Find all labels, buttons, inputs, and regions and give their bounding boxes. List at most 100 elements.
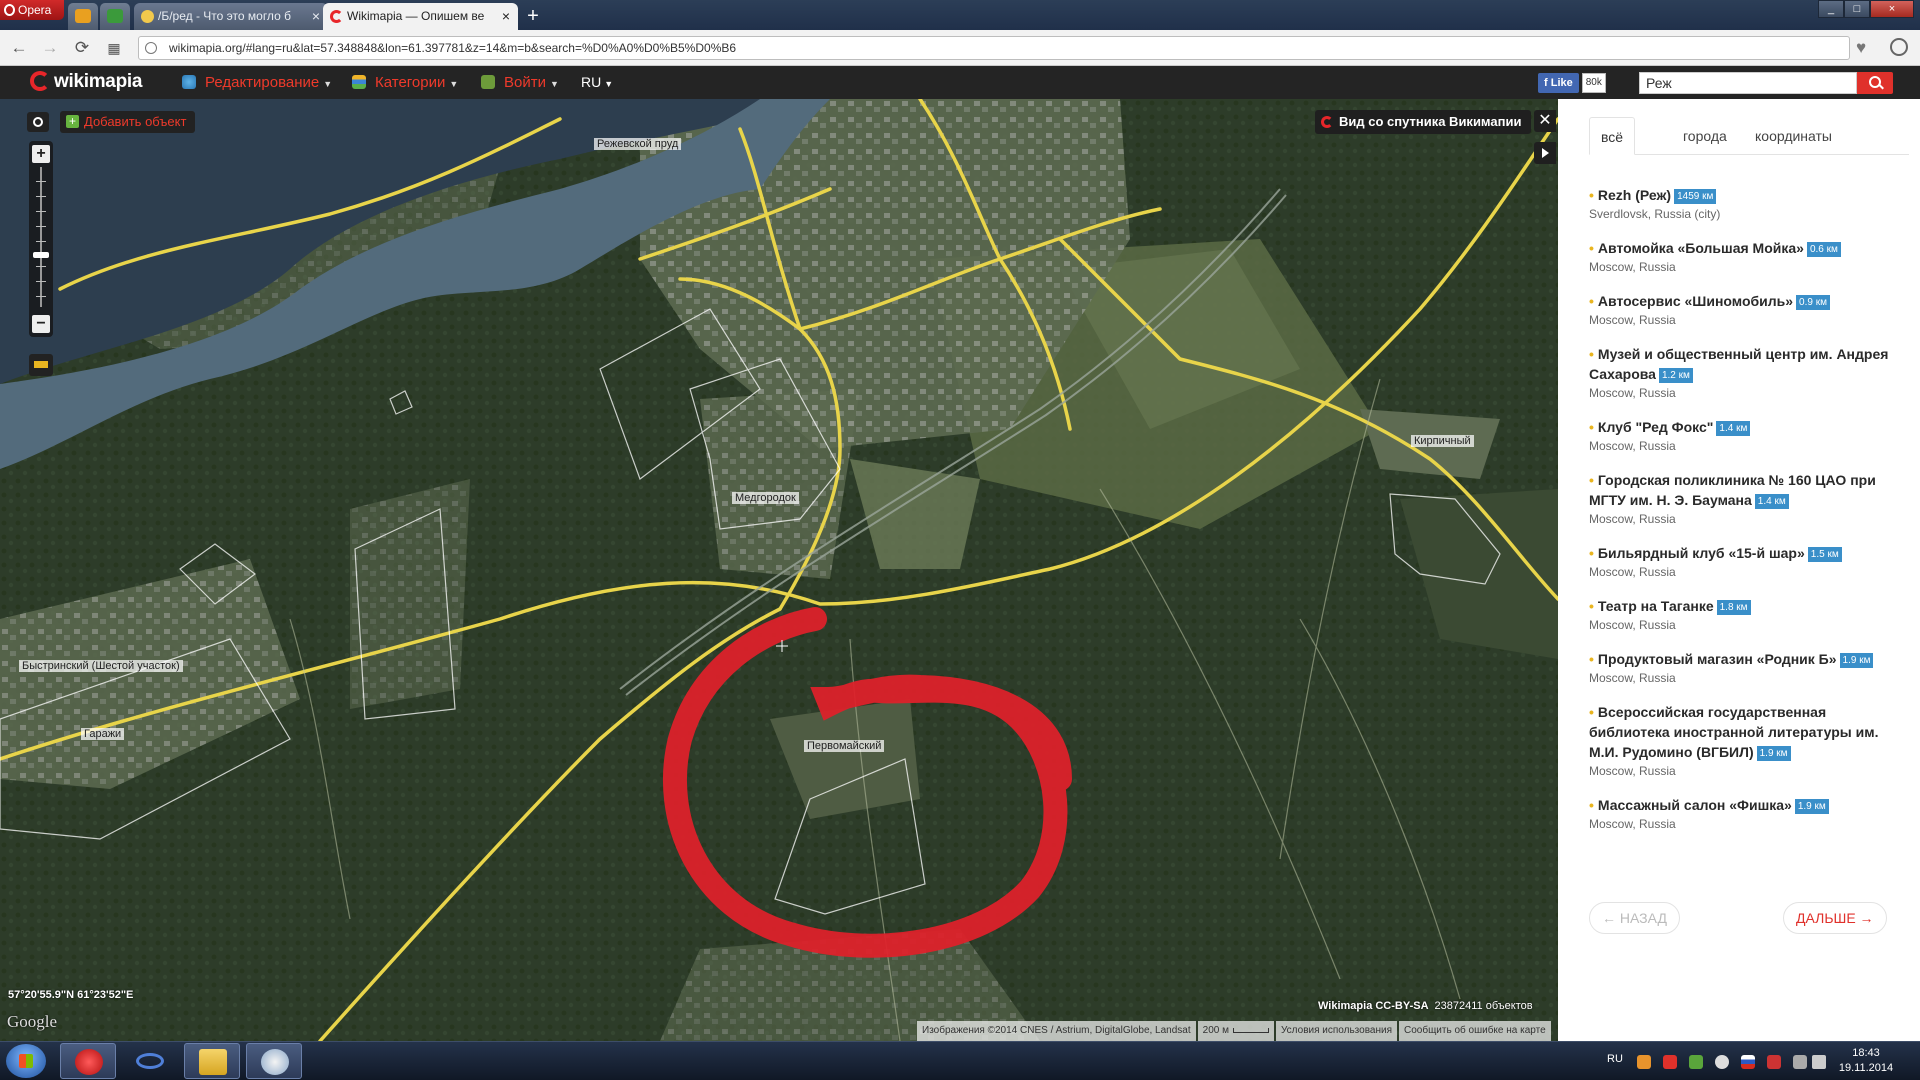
ruler-icon[interactable] [29, 354, 53, 376]
result-title[interactable]: Театр на Таганке [1598, 598, 1714, 614]
facebook-like-button[interactable]: f Like [1538, 73, 1579, 93]
zoom-out-button[interactable]: − [32, 315, 50, 333]
list-item[interactable]: • Всероссийская государственная библиотек… [1589, 702, 1907, 780]
satellite-view-button[interactable]: Вид со спутника Викимапии [1315, 110, 1532, 134]
result-title[interactable]: Бильярдный клуб «15-й шар» [1598, 545, 1805, 561]
pinned-tab-extension[interactable] [100, 3, 130, 30]
map-label-kirpichny[interactable]: Кирпичный [1411, 435, 1474, 447]
language-selector[interactable]: RU ▼ [581, 74, 613, 90]
tray-volume-icon[interactable] [1812, 1055, 1826, 1069]
reload-icon[interactable]: ⟳ [72, 38, 92, 58]
list-item[interactable]: • Музей и общественный центр им. Андрея С… [1589, 344, 1907, 402]
new-tab-button[interactable]: + [522, 3, 544, 29]
result-title[interactable]: Городская поликлиника № 160 ЦАО при МГТУ… [1589, 472, 1876, 508]
tab-cities[interactable]: города [1683, 117, 1727, 155]
result-title[interactable]: Rezh (Реж) [1598, 187, 1671, 203]
result-title[interactable]: Клуб "Ред Фокс" [1598, 419, 1714, 435]
map-label-bystrinsky[interactable]: Быстринский (Шестой участок) [19, 660, 183, 672]
map-label-rezh-pond[interactable]: Режевской пруд [594, 138, 682, 150]
result-title[interactable]: Автосервис «Шиномобиль» [1598, 293, 1793, 309]
speed-dial-grid-icon[interactable]: ▦ [104, 38, 124, 58]
imagery-attribution: Изображения ©2014 CNES / Astrium, Digita… [917, 1021, 1196, 1041]
tab-all[interactable]: всё [1589, 117, 1636, 155]
address-bar[interactable]: wikimapia.org/#lang=ru&lat=57.348848&lon… [138, 36, 1850, 60]
tray-flag-icon[interactable] [1741, 1055, 1755, 1069]
menu-edit[interactable]: Редактирование ▼ [205, 74, 332, 91]
menu-categories-label: Категории [375, 74, 446, 91]
taskbar-explorer[interactable] [184, 1043, 240, 1079]
list-item[interactable]: • Rezh (Реж) 1459 км Sverdlovsk, Russia (ci… [1589, 185, 1907, 223]
list-item[interactable]: • Театр на Таганке 1.8 км Moscow, Russia [1589, 596, 1907, 634]
result-title[interactable]: Всероссийская государственная библиотека… [1589, 704, 1879, 760]
extension-button-icon[interactable] [1890, 38, 1908, 56]
add-object-button[interactable]: + Добавить объект [60, 111, 196, 133]
zoom-slider[interactable]: + − [29, 141, 53, 337]
tab-wikimapia[interactable]: Wikimapia — Опишем ве × [323, 3, 518, 30]
taskbar-paint[interactable] [246, 1043, 302, 1079]
search-input[interactable] [1639, 72, 1857, 94]
list-item[interactable]: • Автосервис «Шиномобиль» 0.9 км Moscow, Ru… [1589, 291, 1907, 329]
distance-badge: 1.2 км [1658, 368, 1693, 383]
windows-taskbar: RU 18:43 19.11.2014 [0, 1041, 1920, 1080]
tab-coordinates[interactable]: координаты [1755, 117, 1832, 155]
map-imagery[interactable] [0, 99, 1558, 1041]
back-arrow-icon[interactable]: ← [9, 38, 29, 58]
zoom-in-button[interactable]: + [32, 145, 50, 163]
maximize-button[interactable]: □ [1844, 0, 1870, 18]
google-logo[interactable]: Google [7, 1012, 57, 1032]
pinned-tab-speed-dial[interactable] [68, 3, 98, 30]
url-text[interactable]: wikimapia.org/#lang=ru&lat=57.348848&lon… [169, 37, 736, 59]
bookmark-heart-icon[interactable]: ♥ [1856, 38, 1866, 58]
forward-arrow-icon[interactable]: → [40, 38, 60, 58]
list-item[interactable]: • Городская поликлиника № 160 ЦАО при МГТ… [1589, 470, 1907, 528]
bullet-icon: • [1589, 346, 1594, 362]
wikimapia-logo[interactable]: wikimapia [30, 71, 142, 93]
zoom-track[interactable] [40, 167, 42, 307]
list-item[interactable]: • Продуктовый магазин «Родник Б» 1.9 км Mos… [1589, 649, 1907, 687]
list-item[interactable]: • Клуб "Ред Фокс" 1.4 км Moscow, Russia [1589, 417, 1907, 455]
opera-menu-button[interactable]: Opera [0, 0, 64, 20]
terms-link[interactable]: Условия использования [1276, 1021, 1397, 1041]
menu-categories[interactable]: Категории ▼ [375, 74, 458, 91]
tab-board[interactable]: /Б/ред - Что это могло б × [134, 3, 328, 30]
menu-login[interactable]: Войти ▼ [504, 74, 559, 91]
list-item[interactable]: • Бильярдный клуб «15-й шар» 1.5 км Moscow,… [1589, 543, 1907, 581]
result-title[interactable]: Автомойка «Большая Мойка» [1598, 240, 1804, 256]
zoom-tick [36, 296, 46, 297]
map-label-garazhi[interactable]: Гаражи [81, 728, 125, 740]
object-count: 23872411 объектов [1434, 1000, 1533, 1012]
tab-close-icon[interactable]: × [312, 3, 320, 30]
input-language[interactable]: RU [1607, 1053, 1623, 1065]
tray-network-icon[interactable] [1793, 1055, 1807, 1069]
minimize-button[interactable]: _ [1818, 0, 1844, 18]
tray-update-icon[interactable] [1689, 1055, 1703, 1069]
tray-disc-icon[interactable] [1715, 1055, 1729, 1069]
prev-page-button[interactable]: ← НАЗАД [1589, 902, 1680, 934]
layer-toggle-button[interactable] [27, 112, 49, 132]
list-item[interactable]: • Автомойка «Большая Мойка» 0.6 км Moscow, … [1589, 238, 1907, 276]
system-clock[interactable]: 18:43 19.11.2014 [1830, 1046, 1902, 1076]
list-item[interactable]: • Массажный салон «Фишка» 1.9 км Moscow, Ru… [1589, 795, 1907, 833]
next-page-button[interactable]: ДАЛЬШЕ → [1783, 902, 1887, 934]
search-button[interactable] [1857, 72, 1893, 94]
taskbar-opera[interactable] [60, 1043, 116, 1079]
result-title[interactable]: Музей и общественный центр им. Андрея Са… [1589, 346, 1888, 382]
collapse-sidebar-arrow-icon[interactable] [1534, 142, 1556, 164]
tray-opera-icon[interactable] [1663, 1055, 1677, 1069]
satellite-map[interactable]: Режевской пруд Медгородок Кирпичный Быст… [0, 99, 1558, 1041]
site-info-icon[interactable] [145, 42, 157, 54]
tray-app-icon[interactable] [1637, 1055, 1651, 1069]
result-title[interactable]: Продуктовый магазин «Родник Б» [1598, 651, 1837, 667]
tab-close-icon[interactable]: × [502, 3, 510, 30]
map-label-medgorodok[interactable]: Медгородок [732, 492, 799, 504]
zoom-handle[interactable] [33, 252, 49, 258]
close-window-button[interactable]: × [1870, 0, 1914, 18]
report-error-link[interactable]: Сообщить об ошибке на карте [1399, 1021, 1551, 1041]
tray-action-center-icon[interactable] [1767, 1055, 1781, 1069]
result-title[interactable]: Массажный салон «Фишка» [1598, 797, 1792, 813]
license-text[interactable]: Wikimapia CC-BY-SA [1318, 1000, 1429, 1012]
close-icon[interactable]: ✕ [1534, 110, 1556, 132]
map-label-pervomaisky[interactable]: Первомайский [804, 740, 885, 752]
start-button[interactable] [6, 1044, 46, 1078]
taskbar-app[interactable] [122, 1043, 178, 1079]
